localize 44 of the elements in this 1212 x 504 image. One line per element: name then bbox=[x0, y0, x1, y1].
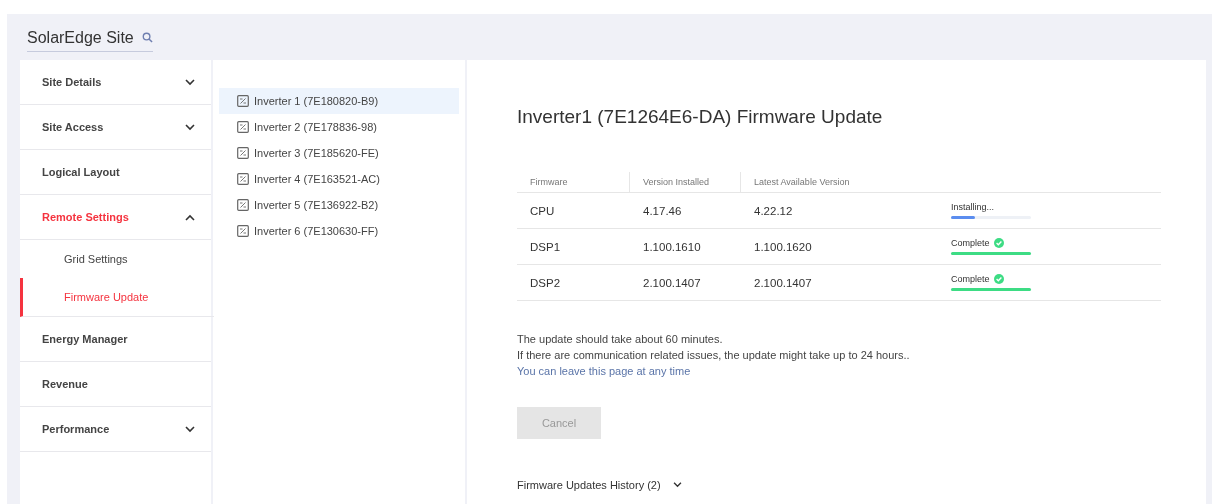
table-cell-text: DSP1 bbox=[529, 240, 562, 253]
status-text: Complete bbox=[951, 238, 990, 248]
table-cell-text: DSP2 bbox=[529, 276, 562, 289]
table-cell-text: CPU bbox=[529, 204, 556, 217]
inverter-icon bbox=[237, 147, 249, 159]
sidebar-item[interactable]: Remote Settings bbox=[20, 195, 211, 240]
inverter-icon bbox=[237, 95, 249, 107]
inverter-icon bbox=[237, 173, 249, 185]
table-cell-text: 1.100.1620 bbox=[753, 240, 813, 253]
inverter-item[interactable]: Inverter 2 (7E178836-98) bbox=[219, 114, 459, 140]
column-header: Firmware bbox=[517, 172, 630, 192]
sidebar-subitem[interactable]: Grid Settings bbox=[20, 240, 214, 278]
inverter-item[interactable]: Inverter 3 (7E185620-FE) bbox=[219, 140, 459, 166]
inverter-icon bbox=[237, 121, 249, 133]
info-text: If there are communication related issues, the update might take up to 24 hours.. bbox=[517, 348, 911, 363]
table-cell-text: 4.22.12 bbox=[753, 204, 794, 217]
check-icon bbox=[993, 238, 1004, 248]
sidebar-item[interactable]: Performance bbox=[20, 407, 211, 452]
inverter-icon bbox=[237, 199, 249, 211]
table-cell-text: 1.100.1610 bbox=[642, 240, 702, 253]
sidebar-item[interactable]: Site Access bbox=[20, 105, 211, 150]
sidebar-item[interactable]: Logical Layout bbox=[20, 150, 211, 195]
status-text: Complete bbox=[951, 274, 990, 284]
inverter-item[interactable]: Inverter 5 (7E136922-B2) bbox=[219, 192, 459, 218]
table-cell-text: 4.17.46 bbox=[642, 204, 683, 217]
table-cell-text: 2.100.1407 bbox=[753, 276, 813, 289]
page-title: Inverter1 (7E1264E6-DA) Firmware Update bbox=[517, 106, 884, 128]
sidebar-item[interactable]: Energy Manager bbox=[20, 317, 211, 362]
site-search-field[interactable]: SolarEdge Site bbox=[27, 24, 153, 52]
inverter-item[interactable]: Inverter 1 (7E180820-B9) bbox=[219, 88, 459, 114]
history-toggle[interactable]: Firmware Updates History (2) bbox=[517, 479, 682, 491]
sidebar-item[interactable]: Revenue bbox=[20, 362, 211, 407]
sidebar-item[interactable]: Site Details bbox=[20, 60, 211, 105]
inverter-item[interactable]: Inverter 6 (7E130630-FF) bbox=[219, 218, 459, 244]
info-link[interactable]: You can leave this page at any time bbox=[517, 365, 691, 377]
column-header: Latest Available Version bbox=[753, 176, 851, 189]
status-text: Installing... bbox=[951, 202, 995, 212]
table-cell-text: 2.100.1407 bbox=[642, 276, 702, 289]
inverter-item[interactable]: Inverter 4 (7E163521-AC) bbox=[219, 166, 459, 192]
inverter-icon bbox=[237, 225, 249, 237]
check-icon bbox=[993, 274, 1004, 284]
info-text: The update should take about 60 minutes. bbox=[517, 332, 724, 347]
column-header: Version Installed bbox=[630, 172, 741, 192]
search-icon bbox=[141, 32, 153, 43]
